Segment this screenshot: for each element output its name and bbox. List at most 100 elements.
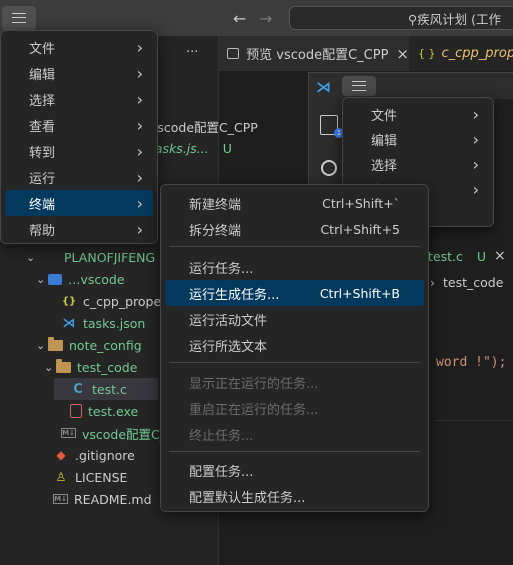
menu-label: 配置任务... [189,464,254,480]
tree-item[interactable]: {} c_cpp_proper [61,290,166,312]
item-label: tasks.js... [150,140,209,156]
item-label: vscode配置C_CPP [150,119,258,135]
vscode-icon: ⋊ [62,315,76,331]
menu-item-configure-tasks[interactable]: 配置任务... [165,457,424,483]
menu-label: 帮助 [29,223,56,239]
close-icon[interactable]: × [494,248,506,264]
menu-label: 显示正在运行的任务... [189,376,319,392]
nested-menu-button[interactable] [342,76,376,96]
menu-item-run-build-task[interactable]: 运行生成任务... Ctrl+Shift+B [165,280,424,306]
menu-item-configure-default-build-task[interactable]: 配置默认生成任务... [165,483,424,509]
menu-item-help[interactable]: 帮助 › [5,216,153,242]
item-label: test_code [77,359,138,375]
breadcrumb[interactable]: › test_code [430,275,503,290]
menu-label: 终止任务... [189,428,254,444]
menu-item-restart-running-task: 重启正在运行的任务... [165,395,424,421]
menu-item-run[interactable]: 运行 › [5,164,153,190]
tree-item[interactable]: ⌄ note_config [36,334,142,356]
menu-separator [169,362,420,363]
vscode-folder-icon [48,273,62,285]
chevron-right-icon: › [136,63,143,83]
menu-label: 查看 [29,119,56,135]
search-icon[interactable] [321,160,337,176]
terminal-submenu: 新建终端 Ctrl+Shift+` 拆分终端 Ctrl+Shift+5 运行任务..… [160,184,429,512]
chevron-right-icon: › [136,167,143,187]
tab-test-c[interactable]: test.c U × [428,243,513,269]
tree-item[interactable]: ♙ LICENSE [53,466,128,488]
menu-item-file[interactable]: 文件 › [5,34,153,60]
item-label: test.c [92,381,127,397]
folder-label: PLANOFJIFENG [64,249,156,265]
preview-icon [227,48,240,59]
more-actions-icon[interactable]: ··· [186,45,198,60]
explorer-item-partial[interactable]: vscode配置C_CPP [150,115,258,137]
tree-item[interactable]: M↓ README.md [53,488,152,510]
hamburger-icon [352,81,366,91]
menu-label: 运行任务... [189,261,254,277]
menu-label: 选择 [29,93,56,109]
tab-preview-vscode[interactable]: 预览 vscode配置C_CPP × [219,36,409,71]
forward-arrow-icon[interactable]: → [259,9,272,28]
chevron-down-icon: ⌄ [36,272,46,286]
close-icon[interactable]: × [396,45,409,63]
tab-label: c_cpp_proper [441,46,513,61]
chevron-right-icon: › [136,37,143,57]
menu-label: 运行活动文件 [189,313,268,329]
menu-item-run-task[interactable]: 运行任务... [165,254,424,280]
tab-c-cpp-properties[interactable]: { } c_cpp_proper [410,36,513,71]
tree-item[interactable]: ⌄ …vscode [36,268,125,290]
tab-label: 预览 vscode配置C_CPP [246,48,389,63]
menu-item-new-terminal[interactable]: 新建终端 Ctrl+Shift+` [165,190,424,216]
tree-item[interactable]: M↓ vscode配置C_ [61,422,166,444]
menu-label: 文件 [29,41,56,57]
shortcut-label: Ctrl+Shift+B [319,285,400,301]
tree-item[interactable]: test.exe [70,400,138,422]
item-label: .gitignore [75,447,135,463]
item-label: LICENSE [75,469,128,485]
menu-item-run-selected-text[interactable]: 运行所选文本 [165,332,424,358]
menu-item-show-running-tasks: 显示正在运行的任务... [165,369,424,395]
chevron-right-icon: › [136,141,143,161]
chevron-right-icon: › [136,219,143,239]
chevron-right-icon: › [472,129,479,149]
code-text: word !"); [436,355,507,370]
nested-menu-item[interactable]: 编辑 › [347,126,489,152]
item-label: tasks.json [83,315,146,331]
root-folder[interactable]: ⌄ PLANOFJIFENG [26,246,155,268]
menu-item-selection[interactable]: 选择 › [5,86,153,112]
menu-item-run-active-file[interactable]: 运行活动文件 [165,306,424,332]
tree-item[interactable]: ◆ .gitignore [53,444,135,466]
git-icon: ◆ [56,448,66,462]
c-file-icon: C [73,381,83,397]
menu-label: 运行所选文本 [189,339,268,355]
menu-separator [169,451,420,452]
menu-item-terminal[interactable]: 终端 › [5,190,153,216]
nested-menu-item[interactable]: 选择 › [347,151,489,177]
license-icon: ♙ [55,470,67,484]
explorer-item-partial[interactable]: tasks.js... U [150,137,232,159]
vscode-logo-icon: ⋊ [316,78,331,96]
folder-icon [48,336,63,351]
back-arrow-icon[interactable]: ← [233,9,246,28]
nested-title-bar [309,73,513,99]
tab-label: test.c [428,248,463,264]
binary-file-icon [70,404,82,418]
nested-menu-item[interactable]: 文件 › [347,101,489,127]
chevron-down-icon: ⌄ [44,360,54,374]
menu-item-split-terminal[interactable]: 拆分终端 Ctrl+Shift+5 [165,216,424,242]
tree-item[interactable]: ⌄ test_code [44,356,137,378]
menu-item-go[interactable]: 转到 › [5,138,153,164]
menu-item-view[interactable]: 查看 › [5,112,153,138]
markdown-icon: M↓ [53,494,68,504]
status-badge: U [222,140,232,156]
menu-separator [169,246,420,247]
item-label: note_config [69,337,142,353]
chevron-down-icon: ⌄ [36,338,46,352]
tree-item[interactable]: ⋊ tasks.json [61,312,146,334]
breadcrumb-separator: › [430,275,435,290]
main-menu: 文件 › 编辑 › 选择 › 查看 › 转到 › 运行 › 终端 › 帮助 › [0,30,158,244]
tree-item-selected[interactable]: C test.c [54,378,158,400]
command-center-search[interactable]: ⚲疾风计划 (工作 [289,6,513,30]
menu-item-edit[interactable]: 编辑 › [5,60,153,86]
app-menu-button[interactable] [2,6,36,30]
